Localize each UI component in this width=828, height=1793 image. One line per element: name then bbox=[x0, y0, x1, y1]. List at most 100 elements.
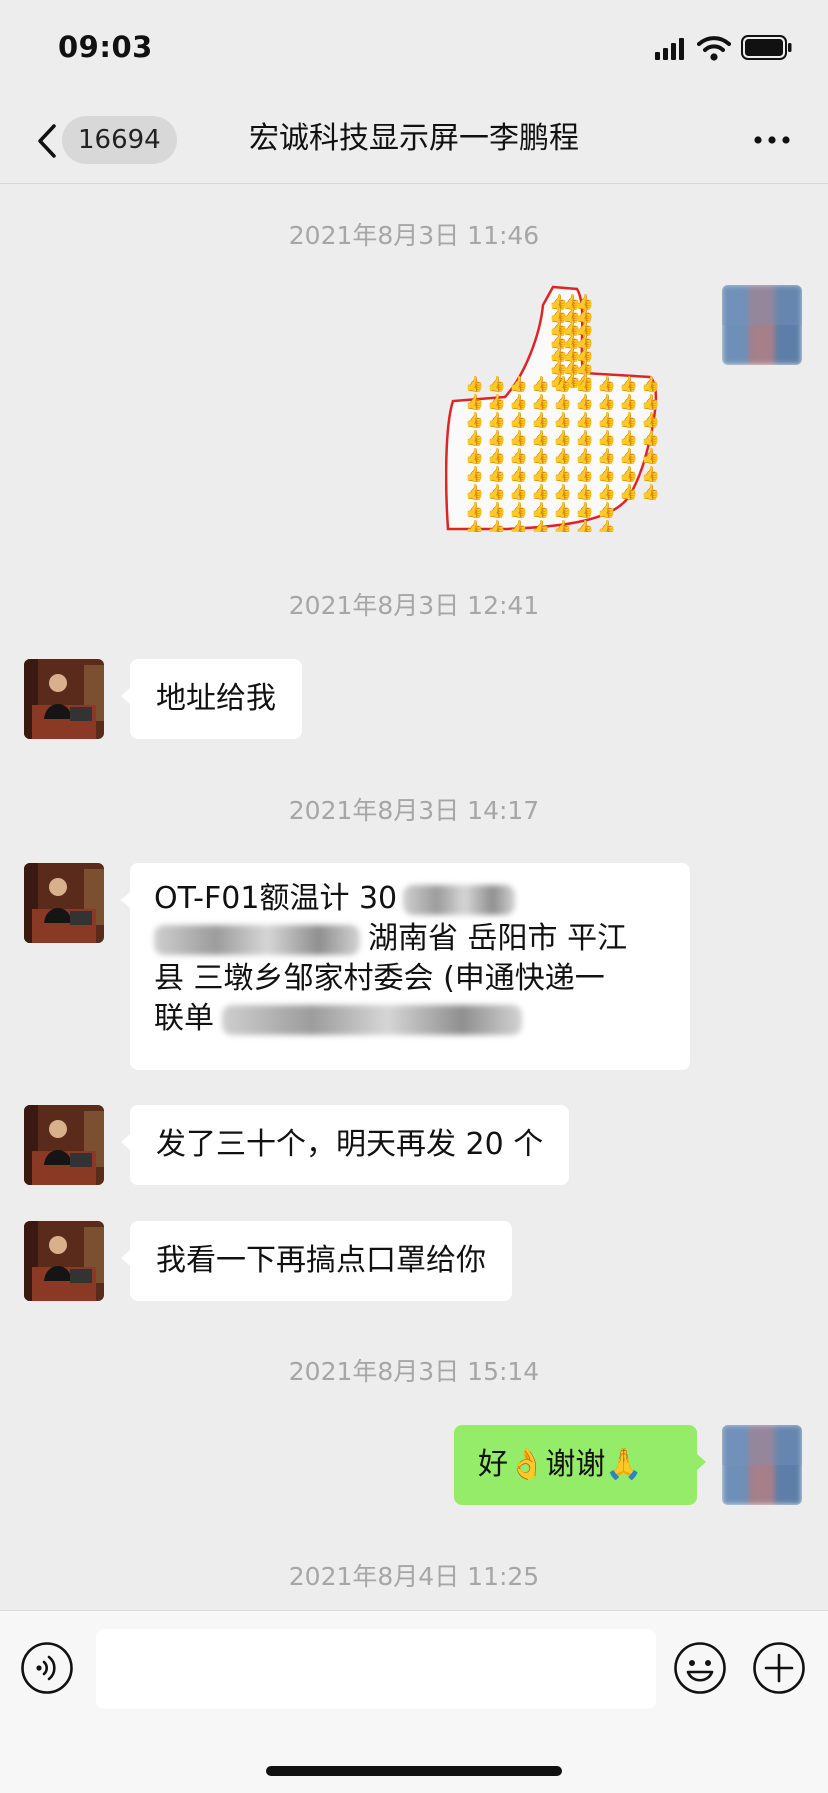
thumbs-up-glyph: 👍 bbox=[575, 519, 594, 532]
thumbs-up-glyph: 👍 bbox=[531, 519, 550, 532]
thumbs-up-glyph: 👍 bbox=[509, 501, 528, 519]
thumbs-up-glyph: 👍 bbox=[575, 375, 594, 393]
thumbs-up-glyph: 👍 bbox=[597, 411, 616, 429]
thumbs-up-glyph: 👍 bbox=[641, 447, 660, 465]
battery-icon bbox=[741, 35, 792, 60]
emoji-icon[interactable] bbox=[673, 1641, 727, 1695]
thumbs-up-glyph: 👍 bbox=[531, 501, 550, 519]
thumbs-up-glyph: 👍 bbox=[641, 429, 660, 447]
message-bubble[interactable]: 发了三十个，明天再发 20 个 bbox=[120, 1105, 570, 1185]
thumbs-up-glyph: 👍 bbox=[575, 465, 594, 483]
thumbs-up-glyph: 👍 bbox=[487, 483, 506, 501]
contact-avatar[interactable] bbox=[24, 1221, 104, 1301]
thumbs-up-glyph: 👍 bbox=[575, 501, 594, 519]
header-divider bbox=[0, 183, 828, 184]
sent-message-bubble[interactable]: 好👌谢谢🙏 bbox=[454, 1425, 706, 1505]
thumbs-up-glyph: 👍 bbox=[509, 393, 528, 411]
thumbs-up-glyph: 👍 bbox=[575, 429, 594, 447]
thumbs-up-sticker[interactable]: 👍👍👍👍👍👍👍👍👍👍👍👍👍👍👍👍👍👍👍👍👍👍 👍 👍 👍 👍 👍 👍 👍 👍👍 👍 👍 👍 👍 👍 👍 👍 👍👍… bbox=[445, 285, 690, 532]
thumbs-up-glyph: 👍 bbox=[553, 411, 572, 429]
thumbs-up-glyph: 👍 bbox=[465, 501, 484, 519]
message-timestamp: 2021年8月4日 11:25 bbox=[288, 1562, 540, 1591]
thumbs-up-glyph: 👍 bbox=[553, 447, 572, 465]
message-line: 县 三墩乡邹家村委会 (申通快递一 bbox=[154, 961, 605, 996]
thumbs-up-glyph: 👍 bbox=[597, 465, 616, 483]
home-indicator bbox=[266, 1766, 562, 1776]
message-timestamp: 2021年8月3日 15:14 bbox=[288, 1357, 540, 1386]
status-time: 09:03 bbox=[58, 30, 153, 64]
thumbs-up-glyph: 👍 bbox=[553, 429, 572, 447]
message-timestamp: 2021年8月3日 14:17 bbox=[288, 796, 540, 825]
thumbs-up-glyph: 👍 bbox=[641, 465, 660, 483]
thumbs-up-glyph: 👍 bbox=[487, 375, 506, 393]
thumbs-up-glyph: 👍 bbox=[465, 447, 484, 465]
thumbs-up-glyph: 👍 bbox=[597, 393, 616, 411]
thumbs-up-glyph: 👍 bbox=[575, 411, 594, 429]
thumbs-up-glyph: 👍 bbox=[619, 465, 638, 483]
message-timestamp: 2021年8月3日 12:41 bbox=[288, 591, 540, 620]
thumbs-up-glyph: 👍 bbox=[487, 393, 506, 411]
cellular-signal-icon bbox=[655, 38, 687, 60]
thumbs-up-glyph: 👍 bbox=[509, 411, 528, 429]
thumbs-up-glyph: 👍 bbox=[531, 465, 550, 483]
redacted-text bbox=[403, 884, 516, 915]
thumbs-up-glyph: 👍 bbox=[575, 483, 594, 501]
my-avatar[interactable] bbox=[722, 1425, 802, 1505]
chat-title: 宏诚科技显示屏一李鹏程 bbox=[249, 121, 579, 156]
thumbs-up-glyph: 👍 bbox=[531, 447, 550, 465]
contact-avatar[interactable] bbox=[24, 659, 104, 739]
thumbs-up-glyph: 👍 bbox=[465, 375, 484, 393]
thumbs-up-glyph: 👍 bbox=[597, 447, 616, 465]
thumbs-up-glyph: 👍 bbox=[553, 465, 572, 483]
thumbs-up-glyph: 👍 bbox=[487, 447, 506, 465]
thumbs-up-glyph: 👍 bbox=[553, 501, 572, 519]
message-bubble[interactable]: 我看一下再搞点口罩给你 bbox=[121, 1221, 512, 1301]
contact-avatar[interactable] bbox=[24, 863, 104, 943]
thumbs-up-glyph: 👍 bbox=[465, 483, 484, 501]
message-line: 联单 bbox=[154, 1001, 214, 1036]
voice-input-icon[interactable] bbox=[20, 1641, 74, 1695]
thumbs-up-glyph: 👍 bbox=[487, 501, 506, 519]
my-avatar[interactable] bbox=[722, 285, 802, 365]
thumbs-up-glyph: 👍 bbox=[465, 393, 484, 411]
thumbs-up-glyph: 👍 bbox=[619, 393, 638, 411]
thumbs-up-glyph: 👍 bbox=[531, 411, 550, 429]
message-bubble[interactable]: 地址给我 bbox=[121, 659, 302, 739]
thumbs-up-glyph: 👍 bbox=[509, 483, 528, 501]
thumbs-up-glyph: 👍 bbox=[619, 483, 638, 501]
message-text: 好👌谢谢🙏 bbox=[478, 1447, 643, 1482]
thumbs-up-glyph: 👍 bbox=[641, 375, 660, 393]
thumbs-up-glyph: 👍 bbox=[553, 519, 572, 532]
thumbs-up-glyph: 👍 bbox=[531, 393, 550, 411]
message-input[interactable] bbox=[96, 1629, 656, 1709]
thumbs-up-glyph: 👍 bbox=[619, 429, 638, 447]
thumbs-up-glyph: 👍 bbox=[509, 429, 528, 447]
thumbs-up-glyph: 👍 bbox=[641, 411, 660, 429]
thumbs-up-glyph: 👍 bbox=[597, 429, 616, 447]
more-horizontal-icon[interactable] bbox=[750, 122, 794, 158]
thumbs-up-glyph: 👍 bbox=[509, 519, 528, 532]
thumbs-up-glyph: 👍 bbox=[553, 393, 572, 411]
thumbs-up-glyph: 👍 bbox=[465, 429, 484, 447]
thumbs-up-glyph: 👍 bbox=[597, 375, 616, 393]
thumbs-up-glyph: 👍 bbox=[487, 429, 506, 447]
thumbs-up-glyph: 👍 bbox=[487, 519, 506, 532]
wifi-icon bbox=[697, 36, 731, 61]
thumbs-up-glyph: 👍 bbox=[575, 393, 594, 411]
message-timestamp: 2021年8月3日 11:46 bbox=[288, 221, 540, 250]
thumbs-up-glyph: 👍 bbox=[553, 375, 572, 393]
thumbs-up-glyph: 👍 bbox=[487, 411, 506, 429]
plus-icon[interactable] bbox=[752, 1641, 806, 1695]
message-text: 我看一下再搞点口罩给你 bbox=[156, 1243, 486, 1278]
thumbs-up-glyph: 👍 bbox=[465, 465, 484, 483]
address-message-bubble[interactable]: OT-F01额温计 30 湖南省 岳阳市 平江 县 三墩乡邹家村委会 (申通快递… bbox=[121, 863, 690, 1070]
contact-avatar[interactable] bbox=[24, 1105, 104, 1185]
redacted-text bbox=[154, 924, 360, 955]
thumbs-up-glyph: 👍 bbox=[619, 447, 638, 465]
thumbs-up-glyph: 👍 bbox=[597, 519, 616, 532]
thumbs-up-glyph: 👍 bbox=[509, 375, 528, 393]
thumbs-up-glyph: 👍 bbox=[597, 483, 616, 501]
message-line: 湖南省 岳阳市 平江 bbox=[368, 921, 628, 956]
thumbs-up-glyph: 👍 bbox=[641, 483, 660, 501]
chat-header: 16694 宏诚科技显示屏一李鹏程 bbox=[0, 100, 828, 183]
